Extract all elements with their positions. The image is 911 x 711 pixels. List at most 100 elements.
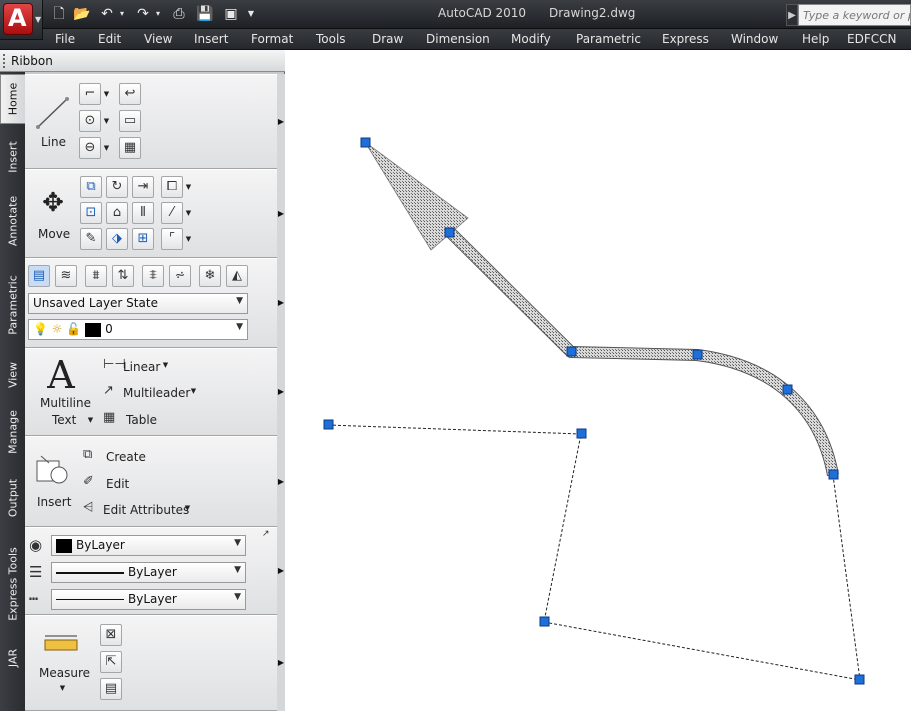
copy-icon[interactable]: ⧉: [80, 176, 102, 198]
table-icon[interactable]: ▦: [103, 410, 115, 425]
ellipse-dropdown-icon[interactable]: ▼: [102, 137, 111, 159]
draw-expand-icon[interactable]: ▶: [277, 74, 285, 169]
grip[interactable]: [692, 349, 703, 360]
grip[interactable]: [360, 137, 371, 148]
grip[interactable]: [539, 616, 550, 627]
ellipse-icon[interactable]: ⊖: [79, 137, 101, 159]
polyline-icon[interactable]: ⌐: [79, 83, 101, 105]
redo-dropdown-icon[interactable]: ▾: [153, 4, 163, 24]
rectangle-icon[interactable]: ▭: [119, 110, 141, 132]
tab-annotate[interactable]: Annotate: [0, 184, 25, 258]
circle-icon[interactable]: ⊙: [79, 110, 101, 132]
measure-icon[interactable]: [43, 630, 79, 654]
line-label[interactable]: Line: [41, 135, 66, 149]
edit-attributes-icon[interactable]: ⩤: [83, 500, 93, 515]
linear-label[interactable]: Linear: [123, 360, 160, 374]
move-icon[interactable]: ✥: [35, 188, 71, 218]
qat-customize-icon[interactable]: ▼: [246, 4, 256, 24]
array-dropdown-icon[interactable]: ▼: [184, 176, 193, 198]
annotation-expand-icon[interactable]: ▶: [277, 348, 285, 436]
multileader-icon[interactable]: ↗: [103, 383, 114, 398]
line-icon[interactable]: [35, 95, 71, 131]
menu-edit[interactable]: Edit: [98, 32, 121, 46]
lineweight-icon[interactable]: ☰: [29, 563, 42, 581]
search-input[interactable]: Type a keyword or p: [798, 4, 911, 26]
mtext-dropdown-icon[interactable]: ▼: [86, 409, 95, 431]
fillet-dropdown-icon[interactable]: ▼: [184, 228, 193, 250]
break-dropdown-icon[interactable]: ▼: [184, 202, 193, 224]
layer-freeze-icon[interactable]: ❄: [199, 265, 221, 287]
grip-icon[interactable]: [3, 54, 7, 68]
lineweight-select[interactable]: ByLayer ▼: [51, 562, 246, 583]
create-label[interactable]: Create: [106, 450, 146, 464]
utilities-expand-icon[interactable]: ▶: [277, 615, 285, 711]
menu-format[interactable]: Format: [251, 32, 293, 46]
hatch-icon[interactable]: ▦: [119, 137, 141, 159]
color-select[interactable]: ByLayer ▼: [51, 535, 246, 556]
menu-parametric[interactable]: Parametric: [576, 32, 641, 46]
break-icon[interactable]: ⁄: [161, 202, 183, 224]
layer-match-icon[interactable]: ⩩: [85, 265, 107, 287]
trim-icon[interactable]: ⇥: [132, 176, 154, 198]
polyline-fill[interactable]: [446, 228, 838, 476]
menu-modify[interactable]: Modify: [511, 32, 551, 46]
tab-jar[interactable]: JAR: [0, 638, 25, 678]
layer-properties-icon[interactable]: ▤: [28, 265, 50, 287]
measure-dropdown-icon[interactable]: ▼: [58, 677, 67, 699]
linetype-select[interactable]: ByLayer ▼: [51, 589, 246, 610]
edit-attributes-label[interactable]: Edit Attributes: [103, 503, 189, 517]
rotate-icon[interactable]: ↻: [106, 176, 128, 198]
plot-icon[interactable]: ⎙: [169, 4, 189, 24]
dialog-launcher-icon[interactable]: ↗: [262, 529, 270, 539]
application-menu-button[interactable]: A ▼: [0, 0, 43, 40]
layer-previous-icon[interactable]: ⇅: [112, 265, 134, 287]
layer-states-icon[interactable]: ≋: [55, 265, 77, 287]
multileader-dropdown-icon[interactable]: ▼: [189, 380, 198, 402]
menu-express[interactable]: Express: [662, 32, 709, 46]
grip[interactable]: [323, 419, 334, 430]
open-icon[interactable]: 📂: [72, 4, 92, 24]
undo-dropdown-icon[interactable]: ▾: [117, 4, 127, 24]
tab-parametric[interactable]: Parametric: [0, 260, 25, 350]
layer-unisolate-icon[interactable]: ⩫: [169, 265, 191, 287]
properties-expand-icon[interactable]: ▶: [277, 527, 285, 615]
stretch-icon[interactable]: ⌂: [106, 202, 128, 224]
erase-icon[interactable]: ✎: [80, 228, 102, 250]
edit-attributes-dropdown-icon[interactable]: ▼: [183, 497, 192, 519]
grip[interactable]: [444, 227, 455, 238]
create-block-icon[interactable]: ⧉: [83, 447, 92, 462]
mirror-icon[interactable]: ⫴: [132, 202, 154, 224]
multiline-label[interactable]: Multiline: [40, 396, 91, 410]
dashed-polyline[interactable]: [327, 424, 861, 681]
menu-edfccn[interactable]: EDFCCN: [847, 32, 896, 46]
menu-dimension[interactable]: Dimension: [426, 32, 490, 46]
menu-help[interactable]: Help: [802, 32, 829, 46]
linear-dropdown-icon[interactable]: ▼: [161, 354, 170, 376]
move-label[interactable]: Move: [38, 227, 70, 241]
layer-select[interactable]: 💡 ☼ 🔓 0 ▼: [28, 319, 248, 340]
scale-icon[interactable]: ⊡: [80, 202, 102, 224]
modify-expand-icon[interactable]: ▶: [277, 169, 285, 258]
table-label[interactable]: Table: [126, 413, 157, 427]
edit-label[interactable]: Edit: [106, 477, 129, 491]
spline-icon[interactable]: ↩: [119, 83, 141, 105]
redo-icon[interactable]: ↷: [133, 4, 153, 24]
layer-off-icon[interactable]: ◭: [226, 265, 248, 287]
multiline-text-icon[interactable]: A: [43, 353, 79, 397]
layer-isolate-icon[interactable]: ⩨: [142, 265, 164, 287]
color-wheel-icon[interactable]: ◉: [29, 536, 42, 554]
tab-view[interactable]: View: [0, 352, 25, 398]
insert-block-icon[interactable]: [35, 453, 71, 487]
explode-icon[interactable]: ⬗: [106, 228, 128, 250]
polyline-dropdown-icon[interactable]: ▼: [102, 83, 111, 105]
array-overlap-icon[interactable]: ⧠: [161, 176, 183, 198]
array-icon[interactable]: ⊞: [132, 228, 154, 250]
new-icon[interactable]: 🗋: [49, 4, 69, 24]
tab-output[interactable]: Output: [0, 466, 25, 530]
menu-tools[interactable]: Tools: [316, 32, 346, 46]
ribbon-header[interactable]: Ribbon: [0, 50, 285, 72]
menu-insert[interactable]: Insert: [194, 32, 228, 46]
select-similar-icon[interactable]: ⇱: [100, 651, 122, 673]
grip[interactable]: [828, 469, 839, 480]
tab-express-tools[interactable]: Express Tools: [0, 532, 25, 636]
